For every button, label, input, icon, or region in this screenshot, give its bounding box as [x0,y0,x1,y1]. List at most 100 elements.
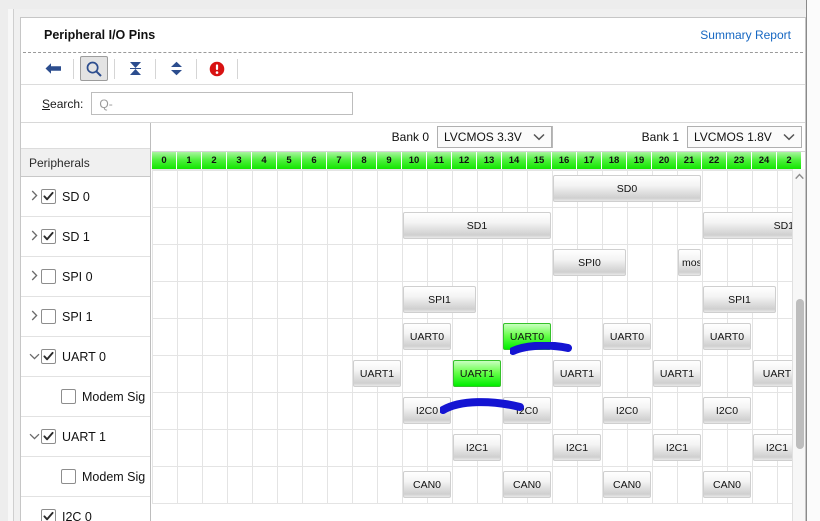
pin-cell-sd0[interactable]: SD0 [553,175,701,202]
sidebar-item-modem-sig[interactable]: Modem Sig [21,457,150,497]
pin-cell-uart1[interactable]: UART1 [453,360,501,387]
pin-cell-i2c0[interactable]: I2C0 [403,397,451,424]
pin-column-header-10[interactable]: 10 [402,152,427,169]
page-title: Peripheral I/O Pins [44,28,156,42]
back-button[interactable] [39,56,67,81]
pin-cell-uart0[interactable]: UART0 [703,323,751,350]
pin-column-header-2[interactable]: 2 [202,152,227,169]
pin-column-header-3[interactable]: 3 [227,152,252,169]
pin-cell-uart1[interactable]: UART1 [553,360,601,387]
collapse-all-icon [129,62,141,75]
collapse-all-button[interactable] [121,56,149,81]
pin-column-header-23[interactable]: 23 [727,152,752,169]
pin-cell-can0[interactable]: CAN0 [603,471,651,498]
error-button[interactable] [203,56,231,81]
pin-cell-sd1[interactable]: SD1 [703,212,801,239]
pin-cell-i2c0[interactable]: I2C0 [703,397,751,424]
scrollbar-thumb[interactable] [796,299,804,449]
pin-column-header-21[interactable]: 21 [677,152,702,169]
sidebar-item-uart-1[interactable]: UART 1 [21,417,150,457]
pin-cell-i2c1[interactable]: I2C1 [653,434,701,461]
search-button[interactable] [80,56,108,81]
toolbar [21,53,805,85]
sidebar-item-sd-0[interactable]: SD 0 [21,177,150,217]
pin-cell-i2c1[interactable]: I2C1 [553,434,601,461]
checkbox-uart-0[interactable] [41,349,56,364]
pin-cell-uart0[interactable]: UART0 [503,323,551,350]
pin-matrix: SD0 SD1 SD1 SPI0 mos SPI1 SPI1 UART0 UART0 UART0 U… [152,169,805,504]
pin-column-header-6[interactable]: 6 [302,152,327,169]
pin-column-header-15[interactable]: 15 [527,152,552,169]
pin-column-header-0[interactable]: 0 [152,152,177,169]
scroll-up-button[interactable] [793,169,805,183]
checkbox-sd-0[interactable] [41,189,56,204]
sidebar-item-spi-1[interactable]: SPI 1 [21,297,150,337]
chevron-down-icon[interactable] [27,431,41,443]
sidebar-item-uart-0[interactable]: UART 0 [21,337,150,377]
pin-cell-uart0[interactable]: UART0 [403,323,451,350]
pin-cell-can0[interactable]: CAN0 [403,471,451,498]
grid-line [152,503,792,504]
checkbox-sd-1[interactable] [41,229,56,244]
checkbox-i2c-0[interactable] [41,509,56,521]
search-input-wrapper[interactable] [91,92,354,115]
expand-all-button[interactable] [162,56,190,81]
checkbox-modem-sig[interactable] [61,389,76,404]
pin-cell-uart0[interactable]: UART0 [603,323,651,350]
sidebar-item-modem-sig[interactable]: Modem Sig [21,377,150,417]
pin-column-header-17[interactable]: 17 [577,152,602,169]
pin-column-header-11[interactable]: 11 [427,152,452,169]
pin-column-header-8[interactable]: 8 [352,152,377,169]
pin-cell-i2c0[interactable]: I2C0 [503,397,551,424]
pin-column-header-14[interactable]: 14 [502,152,527,169]
pin-column-header-22[interactable]: 22 [702,152,727,169]
pin-column-header-13[interactable]: 13 [477,152,502,169]
bank-0-standard-select[interactable]: LVCMOS 3.3V [437,126,552,148]
pin-cell-uart1[interactable]: UART1 [353,360,401,387]
pin-column-header-9[interactable]: 9 [377,152,402,169]
pin-column-header-12[interactable]: 12 [452,152,477,169]
chevron-right-icon[interactable] [27,190,41,204]
pin-cell-can0[interactable]: CAN0 [503,471,551,498]
pin-column-header-16[interactable]: 16 [552,152,577,169]
checkbox-uart-1[interactable] [41,429,56,444]
pin-column-header-18[interactable]: 18 [602,152,627,169]
pin-cell-spi1[interactable]: SPI1 [403,286,476,313]
pin-column-header-7[interactable]: 7 [327,152,352,169]
chevron-down-icon[interactable] [27,351,41,363]
chevron-right-icon[interactable] [27,270,41,284]
window-left-strip [0,9,8,521]
pin-cell-sd1[interactable]: SD1 [403,212,551,239]
sidebar-item-sd-1[interactable]: SD 1 [21,217,150,257]
pin-cell-can0[interactable]: CAN0 [703,471,751,498]
pin-column-header-19[interactable]: 19 [627,152,652,169]
pin-column-header-20[interactable]: 20 [652,152,677,169]
chevron-right-icon[interactable] [27,230,41,244]
checkbox-modem-sig[interactable] [61,469,76,484]
pin-cell-uart1[interactable]: UART1 [653,360,701,387]
checkbox-spi-1[interactable] [41,309,56,324]
pin-column-header-24[interactable]: 24 [752,152,777,169]
pin-cell-spi0[interactable]: SPI0 [553,249,626,276]
search-input[interactable] [97,95,353,112]
grid-line [152,392,792,393]
summary-report-link[interactable]: Summary Report [700,28,791,42]
bank-1-standard-select[interactable]: LVCMOS 1.8V [687,126,802,148]
pin-cell-i2c0[interactable]: I2C0 [603,397,651,424]
sidebar-item-spi-0[interactable]: SPI 0 [21,257,150,297]
pin-cell-mos[interactable]: mos [678,249,701,276]
bank-header-row: Bank 0 LVCMOS 3.3V Bank 1 LVCMOS 1.8V [152,123,805,152]
pin-cell-spi1[interactable]: SPI1 [703,286,776,313]
pin-column-header-5[interactable]: 5 [277,152,302,169]
checkbox-spi-0[interactable] [41,269,56,284]
chevron-right-icon[interactable] [27,310,41,324]
sidebar-item-i2c-0[interactable]: I2C 0 [21,497,150,521]
pin-column-header-4[interactable]: 4 [252,152,277,169]
pin-cell-i2c1[interactable]: I2C1 [453,434,501,461]
window-left-gutter [8,9,14,521]
pin-column-header-1[interactable]: 1 [177,152,202,169]
grid-line [152,281,792,282]
pin-column-header-25[interactable]: 2 [777,152,802,169]
vertical-scrollbar[interactable] [792,169,805,521]
sidebar-item-label: Modem Sig [82,469,146,484]
